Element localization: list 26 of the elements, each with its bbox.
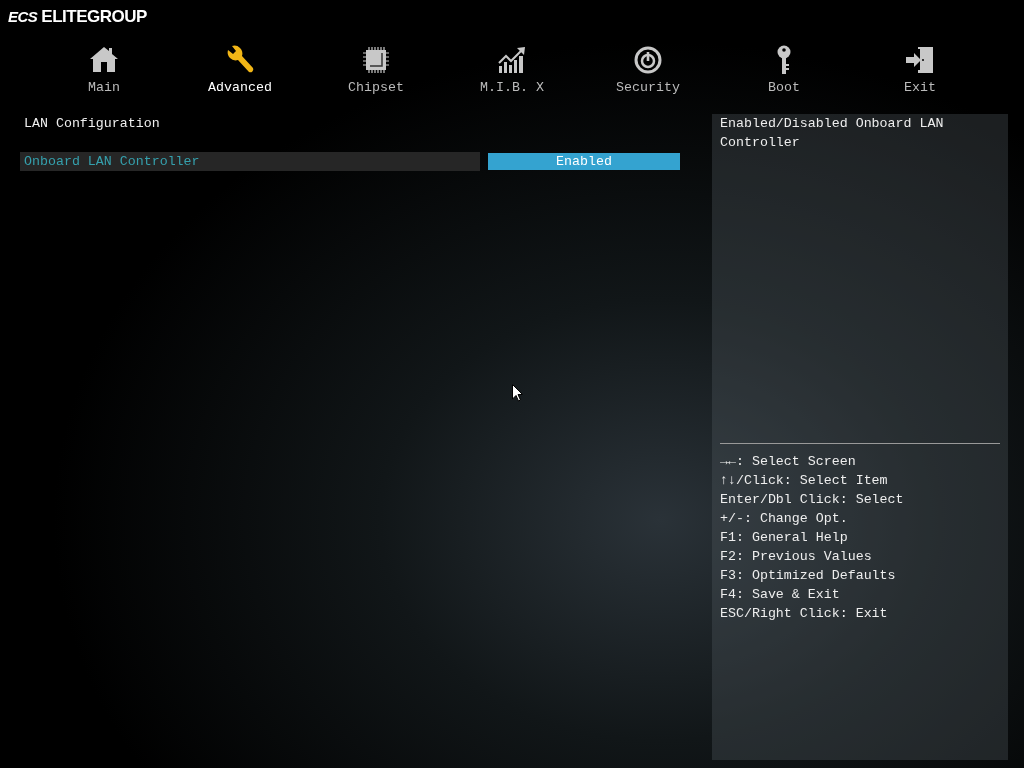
power-icon [632,44,664,76]
key-help-line: ESC/Right Click: Exit [720,605,889,623]
brand-name: ELITEGROUP [41,6,147,28]
menu-tab[interactable]: Exit [852,44,988,98]
page-title: LAN Configuration [23,115,161,133]
rising-chart-icon [496,44,528,76]
chip-icon [360,44,392,76]
mouse-pointer-icon [512,384,523,402]
menu-tab[interactable]: Boot [716,44,852,98]
key-help-line: Enter/Dbl Click: Select [720,491,905,509]
menu-tab[interactable]: Chipset [308,44,444,98]
setting-label[interactable]: Onboard LAN Controller [20,152,480,171]
key-help-line: +/-: Change Opt. [720,510,849,528]
menu-tab[interactable]: M.I.B. X [444,44,580,98]
key-help-line: F3: Optimized Defaults [720,567,897,585]
exit-door-icon [904,44,936,76]
menu-tab[interactable]: Advanced [172,44,308,98]
key-help-line: ↑↓/Click: Select Item [720,472,889,490]
menu-tab[interactable]: Main [36,44,172,98]
key-help-line: F2: Previous Values [720,548,873,566]
key-help-line: →←: Select Screen [720,453,857,471]
key-help-line: F4: Save & Exit [720,586,841,604]
menu-tab[interactable]: Security [580,44,716,98]
help-text: Enabled/Disabled Onboard LAN Controller [720,115,945,152]
brand-logo: ECS [8,6,38,27]
key-help-line: F1: General Help [720,529,849,547]
